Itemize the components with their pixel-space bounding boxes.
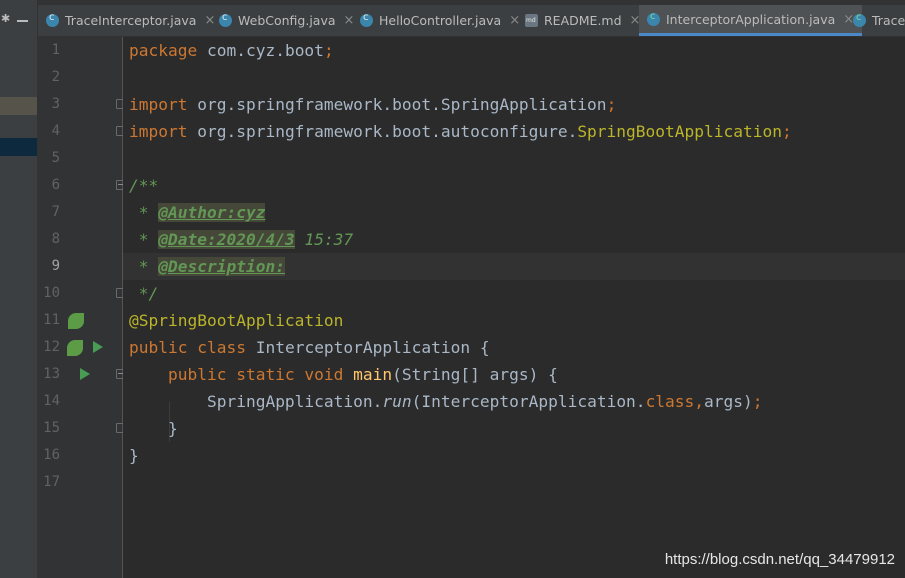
code-line-3: import org.springframework.boot.SpringAp… (129, 91, 616, 118)
line-number: 14 (43, 393, 60, 409)
code-line-10: */ (129, 284, 159, 303)
line-number: 3 (51, 96, 60, 112)
keyword: package (129, 41, 198, 60)
code-line-4: import org.springframework.boot.autoconf… (129, 118, 792, 145)
keyword: public static void (167, 365, 344, 384)
line-number: 11 (43, 312, 60, 328)
javadoc-star: * (129, 230, 159, 249)
annotation-class: SpringBootApplication (577, 122, 782, 141)
tab-label: HelloController.java (379, 13, 502, 28)
project-tree-item-selected[interactable] (0, 138, 37, 156)
code-line-15: } (129, 419, 178, 438)
method-name: main (343, 365, 393, 384)
tab-traceinterceptor[interactable]: TraceInterceptor.java × (46, 5, 215, 36)
code-editor[interactable]: package com.cyz.boot; import org.springf… (123, 37, 905, 578)
comma: , (694, 392, 705, 411)
keyword: class (187, 338, 246, 357)
spring-boot-run-config-icon[interactable] (67, 340, 83, 356)
line-number: 4 (51, 123, 60, 139)
code-line-1: package com.cyz.boot; (129, 37, 334, 64)
package-name: com.cyz.boot (197, 41, 324, 60)
javadoc-star: * (129, 203, 159, 222)
close-icon[interactable]: × (509, 13, 520, 28)
line-number: 5 (51, 150, 60, 166)
semicolon: ; (781, 122, 792, 141)
run-icon[interactable] (93, 341, 103, 353)
line-number: 2 (51, 69, 60, 85)
import-path: org.springframework.boot.autoconfigure. (187, 122, 578, 141)
tab-hellocontroller[interactable]: HelloController.java × (360, 5, 520, 36)
line-number: 7 (51, 204, 60, 220)
java-class-icon (46, 12, 59, 27)
import-path: org.springframework.boot.SpringApplicati… (187, 95, 607, 114)
line-number: 12 (43, 339, 60, 355)
code-line-7: * @Author:cyz (129, 199, 266, 226)
markdown-file-icon (525, 14, 538, 27)
javadoc-star: * (129, 257, 159, 276)
line-number: 15 (43, 420, 60, 436)
tab-readme[interactable]: README.md × (525, 5, 640, 36)
spring-boot-class-icon (647, 11, 660, 26)
code-line-8: * @Date:2020/4/3 15:37 (129, 226, 353, 253)
code-line-11: @SpringBootApplication (129, 311, 344, 330)
line-number: 13 (43, 366, 60, 382)
code-line-6: /** (129, 176, 159, 195)
run-main-icon[interactable] (80, 368, 90, 380)
close-icon[interactable]: × (344, 13, 355, 28)
tab-interceptorapplication[interactable]: InterceptorApplication.java × (639, 5, 863, 36)
line-number: 17 (43, 474, 60, 490)
tab-label: README.md (544, 13, 622, 28)
spring-boot-class-icon (853, 12, 866, 27)
editor-tab-bar: TraceInterceptor.java × WebConfig.java ×… (38, 0, 905, 37)
keyword: import (129, 122, 188, 141)
tab-label: WebConfig.java (238, 13, 336, 28)
keyword: import (129, 95, 188, 114)
code-line-14: SpringApplication.run(InterceptorApplica… (129, 388, 763, 415)
tab-label: InterceptorApplication.java (666, 11, 836, 27)
semicolon: ; (323, 41, 334, 60)
method-params: (String[] args) { (392, 365, 558, 384)
line-number: 6 (51, 177, 60, 193)
tab-webconfig[interactable]: WebConfig.java × (219, 5, 354, 36)
line-number: 1 (51, 42, 60, 58)
line-number: 16 (43, 447, 60, 463)
spring-bean-icon[interactable] (68, 313, 84, 329)
tab-trace-truncated[interactable]: Trace (853, 5, 905, 36)
keyword: class (645, 392, 695, 411)
close-icon[interactable]: × (204, 13, 215, 28)
watermark: https://blog.csdn.net/qq_34479912 (664, 551, 895, 568)
code-line-12: public class InterceptorApplication { (129, 334, 490, 361)
line-number-current: 9 (51, 258, 60, 274)
javadoc-tag: @Author:cyz (158, 203, 266, 222)
java-class-icon (360, 12, 373, 27)
line-number: 10 (43, 285, 60, 301)
settings-gear-icon[interactable]: ✱ (1, 12, 10, 25)
static-method-call: run (382, 392, 412, 411)
line-number: 8 (51, 231, 60, 247)
minimize-icon[interactable] (17, 20, 28, 22)
code-line-9: * @Description: (129, 253, 285, 280)
tab-label: TraceInterceptor.java (65, 13, 197, 28)
tab-label: Trace (872, 13, 905, 28)
class-ref: SpringApplication. (206, 392, 383, 411)
class-name: InterceptorApplication { (245, 338, 490, 357)
semicolon: ; (752, 392, 763, 411)
code-line-16: } (129, 446, 139, 465)
javadoc-text: 15:37 (294, 230, 354, 249)
project-tool-strip: ✱ (0, 0, 38, 578)
project-toolbar: ✱ (0, 0, 37, 36)
code-line-13: public static void main(String[] args) { (129, 361, 558, 388)
javadoc-tag: @Date:2020/4/3 (158, 230, 295, 249)
keyword: public (129, 338, 188, 357)
semicolon: ; (606, 95, 617, 114)
editor-gutter[interactable]: 1 2 3 4 5 6 7 8 9 10 11 12 13 14 15 16 1… (38, 37, 148, 578)
project-tree-item-highlight[interactable] (0, 97, 37, 115)
javadoc-tag: @Description: (158, 257, 285, 276)
call-args: args) (704, 392, 753, 411)
java-class-icon (219, 12, 232, 27)
call-args: (InterceptorApplication. (411, 392, 646, 411)
